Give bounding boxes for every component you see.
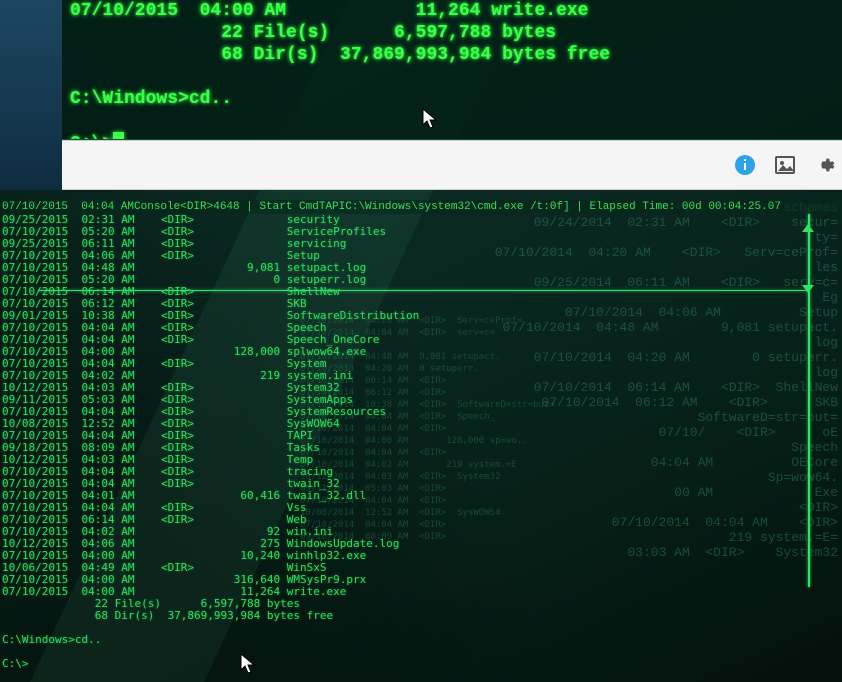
toolbar [62,140,842,190]
status-line: 07/10/2015 04:04 AMConsole<DIR>4648 | St… [0,200,842,214]
scroll-up-arrow-icon[interactable] [802,224,814,232]
terminal-top-output[interactable]: 07/10/2015 04:00 AM 11,264 write.exe 22 … [62,0,842,140]
divider-line [38,290,807,291]
cursor [113,132,124,140]
scroll-down-arrow-icon[interactable] [802,285,814,293]
image-icon[interactable] [774,154,796,176]
scroll-indicator[interactable] [808,214,810,587]
info-icon[interactable] [734,154,756,176]
window-left-edge [0,0,62,190]
gear-icon[interactable] [814,154,836,176]
terminal-desktop-output[interactable]: 09/25/2015 02:31 AM <DIR> security 07/10… [0,214,842,682]
